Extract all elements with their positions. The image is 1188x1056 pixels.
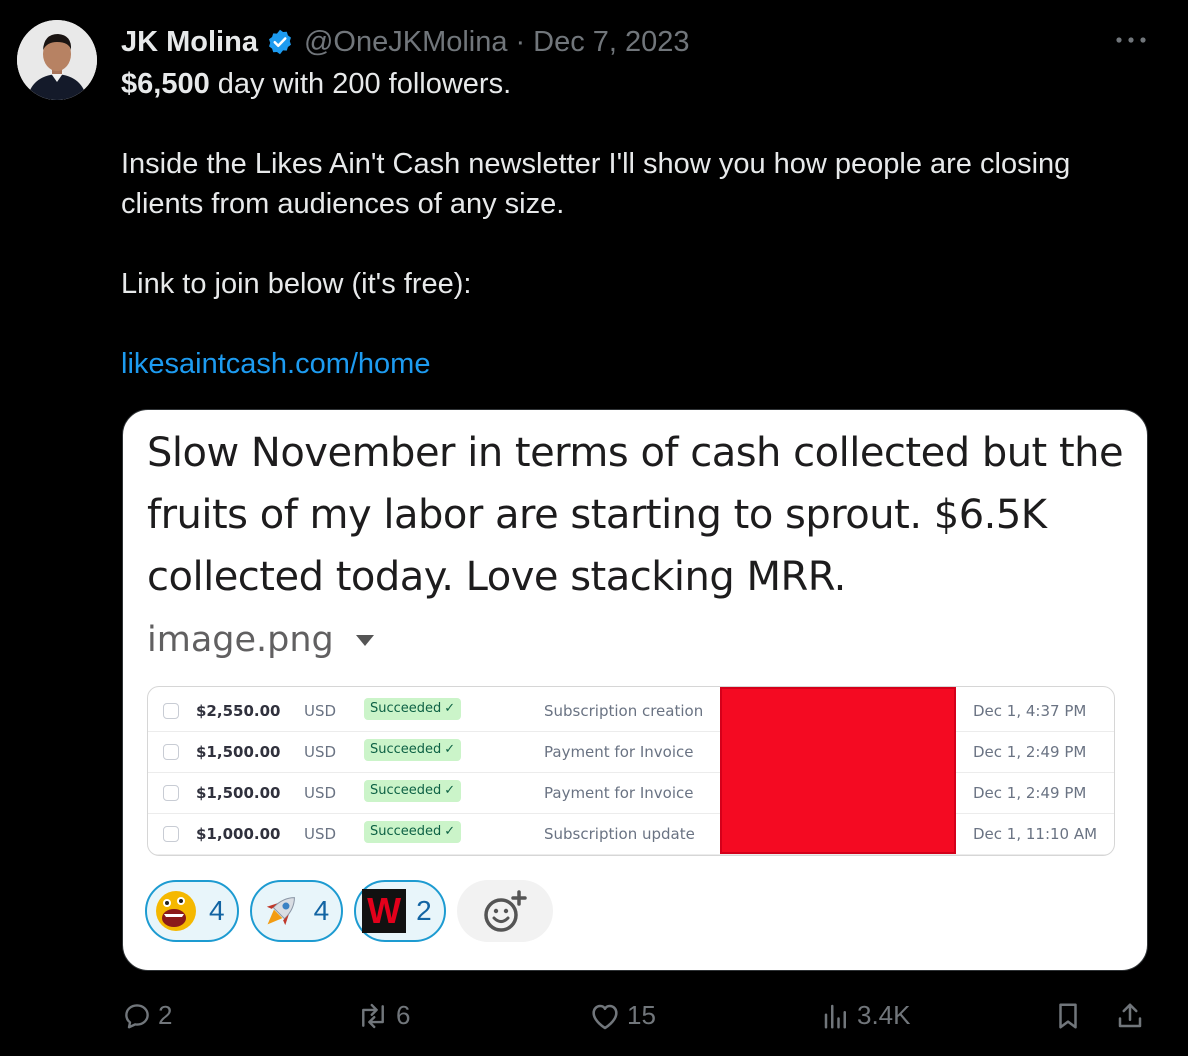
caret-down-icon xyxy=(355,634,374,646)
check-icon: ✓ xyxy=(444,824,456,839)
heart-icon xyxy=(592,1004,618,1029)
tweet-text-rest: day with 200 followers. xyxy=(209,68,512,100)
payment-date: Dec 1, 11:10 AM xyxy=(973,825,1098,843)
payment-amount: $1,000.00 xyxy=(196,825,281,843)
payment-currency: USD xyxy=(304,825,337,843)
bookmark-button[interactable] xyxy=(1053,1000,1083,1032)
payment-description: Payment for Invoice xyxy=(544,743,694,761)
status-badge: Succeeded ✓ xyxy=(364,698,462,720)
tweet-text-line-1: $6,500 day with 200 followers. xyxy=(121,64,511,104)
add-reaction-button xyxy=(456,880,553,942)
file-name: image.png xyxy=(147,620,334,660)
message-line: Slow November in terms of cash collected… xyxy=(147,430,1124,476)
attachment-name: image.png xyxy=(147,620,374,660)
payment-amount: $2,550.00 xyxy=(196,702,281,720)
table-row: $2,550.00 USD Succeeded ✓ Subscription cr… xyxy=(148,691,1114,732)
payment-amount: $1,500.00 xyxy=(196,743,281,761)
payment-amount: $1,500.00 xyxy=(196,784,281,802)
tweet-date[interactable]: Dec 7, 2023 xyxy=(533,26,689,59)
tweet-link[interactable]: likesaintcash.com/home xyxy=(121,344,430,384)
table-row: $1,000.00 USD Succeeded ✓ Subscription up… xyxy=(148,814,1114,855)
status-badge: Succeeded ✓ xyxy=(364,780,462,802)
tweet-header: JK Molina @OneJKMolina · Dec 7, 2023 xyxy=(121,22,690,62)
payment-currency: USD xyxy=(304,702,337,720)
amount-highlight: $6,500 xyxy=(121,68,210,100)
more-options-icon[interactable] xyxy=(1114,30,1148,50)
table-row: $1,500.00 USD Succeeded ✓ Payment for Inv… xyxy=(148,773,1114,814)
status-label: Succeeded xyxy=(370,742,442,757)
reply-icon xyxy=(125,1003,149,1028)
payment-currency: USD xyxy=(304,743,337,761)
repost-icon xyxy=(362,1003,384,1028)
repost-button[interactable]: 6 xyxy=(356,1000,410,1031)
tweet-actions: 2 6 15 3.4K xyxy=(0,1000,1188,1036)
status-badge: Succeeded ✓ xyxy=(364,739,462,761)
views-button[interactable]: 3.4K xyxy=(821,1000,911,1031)
reaction-pill: 4 xyxy=(249,880,344,942)
repost-count: 6 xyxy=(396,1000,411,1030)
reply-button[interactable]: 2 xyxy=(122,1000,172,1031)
check-icon: ✓ xyxy=(444,742,456,757)
status-label: Succeeded xyxy=(370,701,442,716)
reply-count: 2 xyxy=(158,1000,173,1030)
message-line: collected today. Love stacking MRR. xyxy=(147,554,846,600)
payment-description: Payment for Invoice xyxy=(544,784,694,802)
check-icon: ✓ xyxy=(444,701,456,716)
payment-description: Subscription creation xyxy=(544,702,704,720)
status-badge: Succeeded ✓ xyxy=(364,821,462,843)
verified-badge-icon[interactable] xyxy=(266,28,294,56)
views-chart-icon xyxy=(824,1004,846,1028)
like-button[interactable]: 15 xyxy=(589,1000,656,1031)
reaction-pill: 4 xyxy=(145,880,239,942)
reaction-count: 4 xyxy=(313,895,330,926)
reaction-count: 4 xyxy=(209,895,225,926)
bookmark-icon xyxy=(1059,1003,1077,1029)
slack-message: Slow November in terms of cash collected… xyxy=(147,422,1127,608)
profile-photo-icon xyxy=(17,20,97,100)
row-checkbox xyxy=(163,744,179,760)
separator-dot: · xyxy=(515,25,526,58)
tweet-paragraph-3: Link to join below (it's free): xyxy=(121,268,472,300)
tweet-paragraph-2-line-1: Inside the Likes Ain't Cash newsletter I… xyxy=(121,148,1071,180)
payment-date: Dec 1, 4:37 PM xyxy=(973,702,1087,720)
status-label: Succeeded xyxy=(370,783,442,798)
table-row: $1,500.00 USD Succeeded ✓ Payment for Inv… xyxy=(148,732,1114,773)
row-checkbox xyxy=(163,703,179,719)
payments-table: $2,550.00 USD Succeeded ✓ Subscription cr… xyxy=(147,686,1115,856)
reactions-bar: 4 4 W 2 xyxy=(145,880,553,942)
author-handle[interactable]: @OneJKMolina xyxy=(304,26,508,59)
avatar[interactable] xyxy=(17,20,97,100)
rocket-icon xyxy=(266,897,295,926)
add-reaction-icon xyxy=(483,890,527,932)
screaming-face-icon xyxy=(156,891,196,931)
w-logo-icon: W xyxy=(362,889,407,933)
row-checkbox xyxy=(163,785,179,801)
views-count: 3.4K xyxy=(857,1000,911,1030)
like-count: 15 xyxy=(627,1000,656,1030)
payment-date: Dec 1, 2:49 PM xyxy=(973,784,1087,802)
redaction-box xyxy=(720,687,956,854)
tweet-paragraph-2-line-2: clients from audiences of any size. xyxy=(121,188,565,220)
row-checkbox xyxy=(163,826,179,842)
share-icon xyxy=(1118,1003,1142,1028)
author-name[interactable]: JK Molina xyxy=(121,26,258,59)
payment-date: Dec 1, 2:49 PM xyxy=(973,743,1087,761)
tweet-image[interactable]: Slow November in terms of cash collected… xyxy=(122,409,1148,971)
reaction-count: 2 xyxy=(416,895,432,926)
status-label: Succeeded xyxy=(370,824,442,839)
message-line: fruits of my labor are starting to sprou… xyxy=(147,492,1047,538)
share-button[interactable] xyxy=(1115,1000,1145,1032)
check-icon: ✓ xyxy=(444,783,456,798)
payment-currency: USD xyxy=(304,784,337,802)
reaction-pill: W 2 xyxy=(354,880,446,942)
payment-description: Subscription update xyxy=(544,825,695,843)
